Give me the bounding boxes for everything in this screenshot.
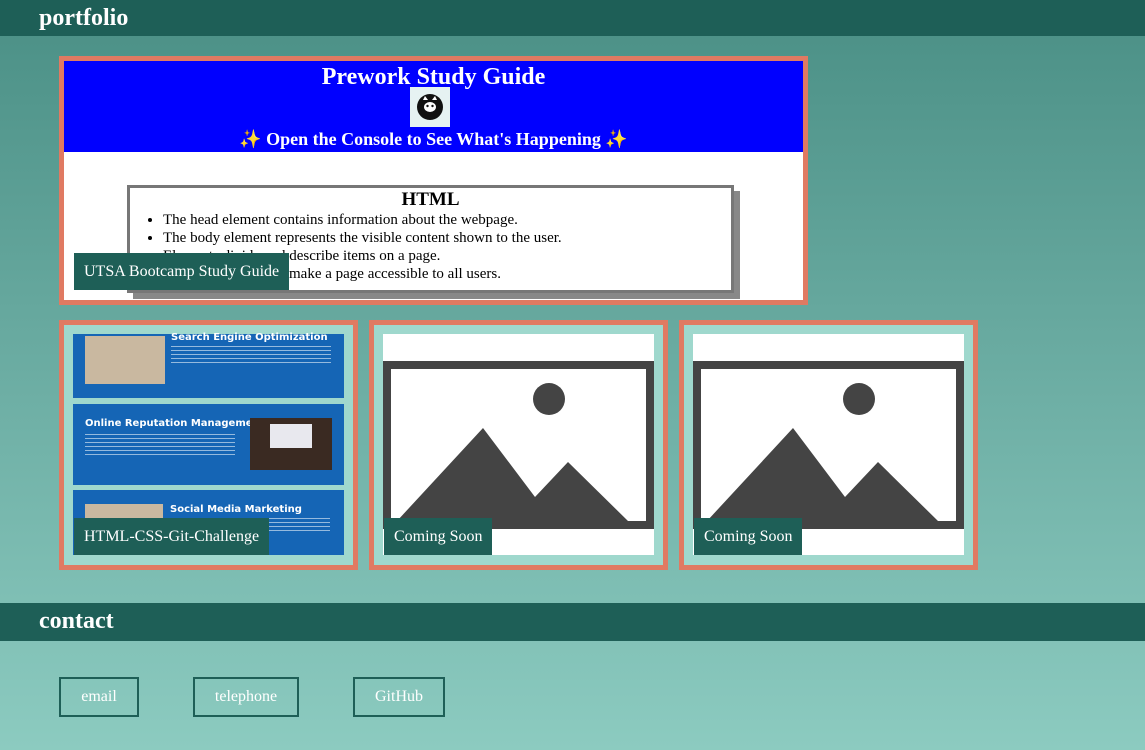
project-card-study-guide[interactable]: Prework Study Guide ✨ Open the Console t… bbox=[59, 56, 808, 305]
cat-logo-icon bbox=[410, 87, 450, 127]
list-item: The head element contains information ab… bbox=[163, 211, 731, 229]
preview-seo-block: Search Engine Optimization bbox=[73, 332, 344, 398]
study-guide-subtitle: ✨ Open the Console to See What's Happeni… bbox=[239, 129, 628, 149]
project-card-git-challenge[interactable]: Search Engine Optimization Online Reputa… bbox=[59, 320, 358, 570]
list-item: The body element represents the visible … bbox=[163, 229, 731, 247]
preview-thumbnail bbox=[250, 418, 332, 470]
contact-title: contact bbox=[39, 608, 114, 634]
notes-heading: HTML bbox=[401, 189, 460, 210]
preview-thumbnail bbox=[85, 336, 165, 384]
project-label: Coming Soon bbox=[384, 518, 493, 555]
project-card-coming-soon-1[interactable]: Coming Soon bbox=[369, 320, 668, 570]
preview-heading: Search Engine Optimization bbox=[171, 332, 328, 343]
study-guide-banner: Prework Study Guide ✨ Open the Console t… bbox=[64, 61, 803, 152]
github-link[interactable]: GitHub bbox=[353, 677, 445, 717]
project-label: Coming Soon bbox=[694, 518, 803, 555]
preview-heading: Online Reputation Management bbox=[85, 418, 265, 429]
contact-header: contact bbox=[0, 603, 1145, 641]
email-link[interactable]: email bbox=[59, 677, 139, 717]
portfolio-header: portfolio bbox=[0, 0, 1145, 36]
project-card-coming-soon-2[interactable]: Coming Soon bbox=[679, 320, 978, 570]
project-label: HTML-CSS-Git-Challenge bbox=[74, 518, 270, 555]
preview-heading: Social Media Marketing bbox=[170, 504, 302, 515]
portfolio-title: portfolio bbox=[39, 5, 129, 31]
preview-reputation-block: Online Reputation Management bbox=[73, 404, 344, 485]
project-label: UTSA Bootcamp Study Guide bbox=[74, 253, 290, 290]
telephone-link[interactable]: telephone bbox=[193, 677, 299, 717]
